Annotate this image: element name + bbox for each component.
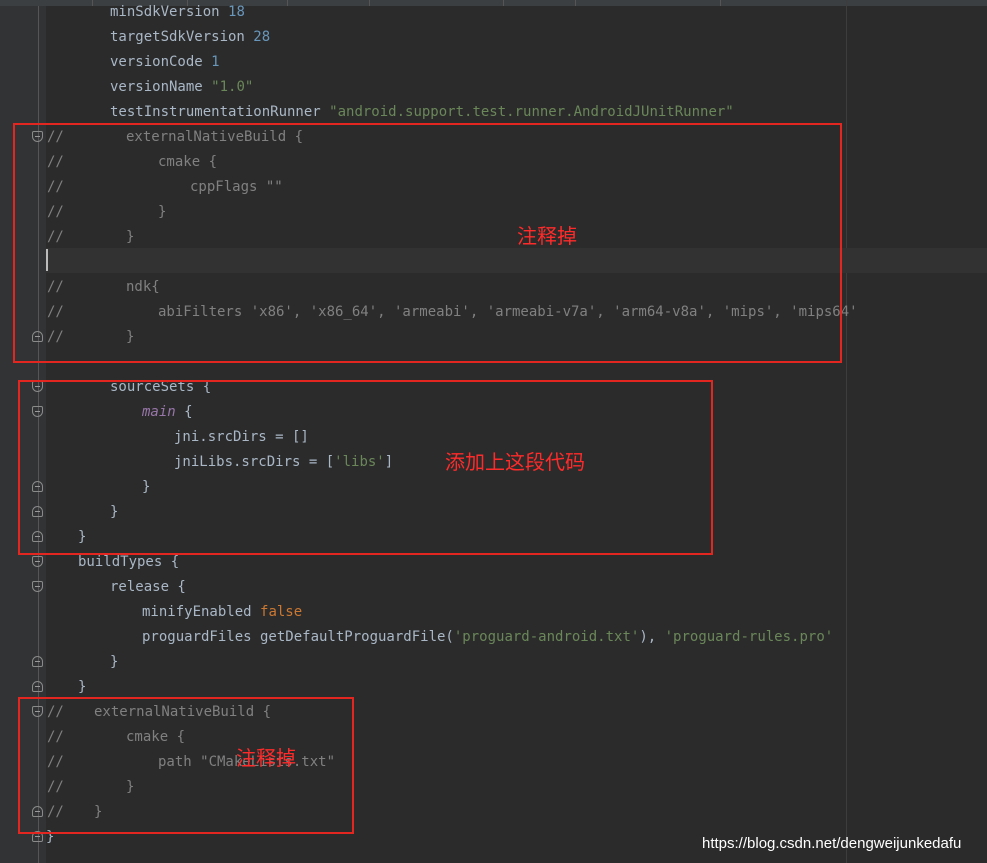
code-line-proguard: proguardFiles getDefaultProguardFile('pr… [142,625,833,650]
code-line-target-sdk: targetSdkVersion 28 [110,25,270,50]
code-token: } [110,654,119,670]
code-token: ), [639,629,665,645]
editor-tab[interactable] [40,0,93,6]
annotation-label: 注释掉 [236,746,296,770]
annotation-box-comment-ndk [13,123,842,363]
code-line-minify: minifyEnabled false [142,600,302,625]
code-line-close-release: } [110,650,118,675]
annotation-label: 注释掉 [517,224,577,248]
code-token: 28 [253,29,271,45]
code-token: } [78,679,87,695]
annotation-box-add-source-sets [18,380,713,555]
code-line-release: release { [110,575,186,600]
editor-tab[interactable] [287,0,370,6]
code-token: versionName [110,79,212,95]
code-token: release { [110,579,186,595]
right-margin-guide [846,0,847,863]
watermark-url: https://blog.csdn.net/dengweijunkedafu [702,835,962,852]
fold-marker-icon[interactable] [32,681,43,692]
code-token: buildTypes { [78,554,180,570]
code-line-test-runner: testInstrumentationRunner "android.suppo… [110,100,734,125]
editor-tab-active[interactable] [503,0,576,6]
code-token: 18 [228,4,245,20]
code-line-version-code: versionCode 1 [110,50,220,75]
code-token: proguardFiles getDefaultProguardFile( [142,629,454,645]
code-token: 1 [211,54,220,70]
annotation-box-comment-cmake [18,697,354,834]
code-token: versionCode [110,54,212,70]
code-token: 'proguard-android.txt' [453,629,640,645]
code-token: testInstrumentationRunner [110,104,330,120]
code-line-version-name: versionName "1.0" [110,75,253,100]
code-token: "android.support.test.runner.AndroidJUni… [329,104,734,120]
fold-marker-icon[interactable] [32,581,43,592]
editor-tab[interactable] [369,0,504,6]
fold-marker-icon[interactable] [32,656,43,667]
code-token: targetSdkVersion [110,29,254,45]
code-token: minifyEnabled [142,604,261,620]
editor-tab[interactable] [575,0,721,6]
fold-marker-icon[interactable] [32,556,43,567]
annotation-label: 添加上这段代码 [445,450,585,474]
code-token: minSdkVersion [110,4,229,20]
code-line-min-sdk: minSdkVersion 18 [110,0,245,25]
code-token: 'proguard-rules.pro' [664,629,834,645]
code-token: "1.0" [211,79,254,95]
code-token: false [260,604,303,620]
